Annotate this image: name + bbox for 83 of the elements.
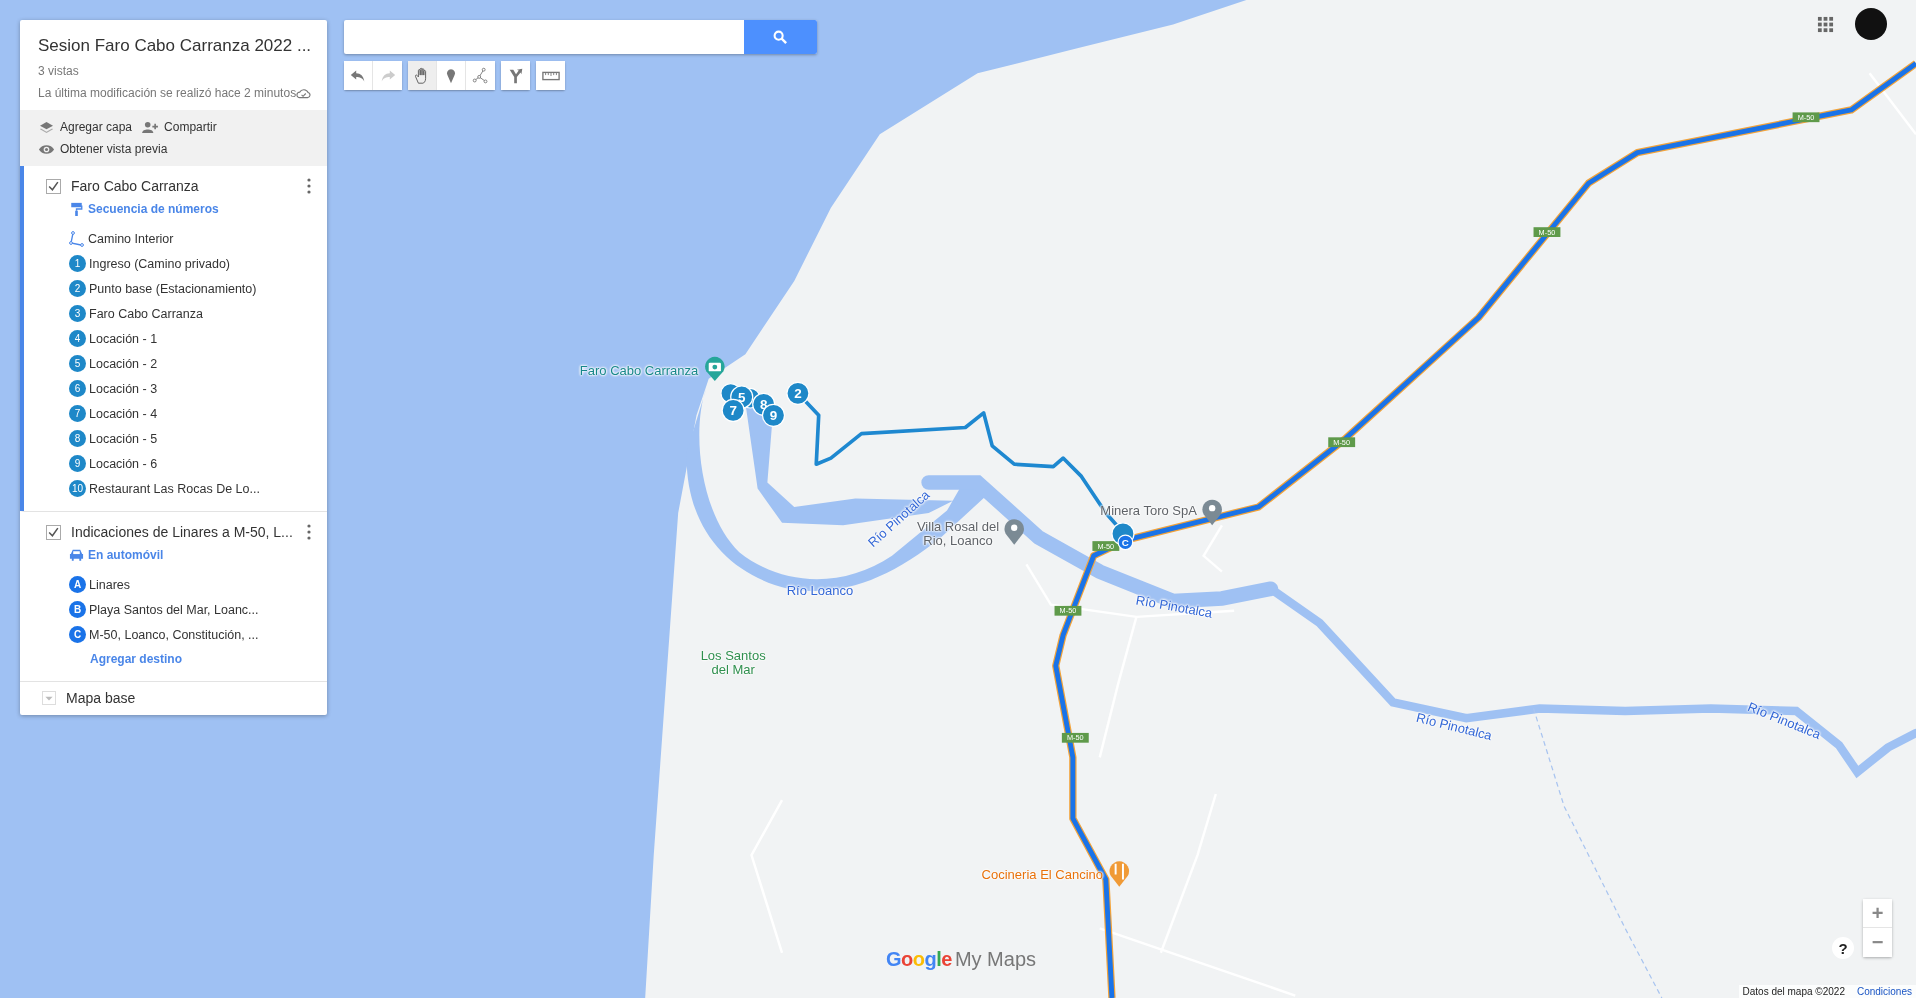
ruler-tool-button[interactable] xyxy=(536,61,565,90)
marker-badge: 5 xyxy=(69,355,86,372)
line-icon xyxy=(69,230,85,247)
share-button[interactable]: Compartir xyxy=(142,118,217,136)
search-field[interactable] xyxy=(344,20,817,54)
marker-badge: 6 xyxy=(69,380,86,397)
line-icon xyxy=(471,66,490,85)
line-tool-button[interactable] xyxy=(466,61,495,90)
restaurant-pin-icon xyxy=(1109,861,1130,887)
marker-badge: A xyxy=(69,576,86,593)
road-shield: M-50 xyxy=(1792,112,1820,123)
marker-badge: 7 xyxy=(69,405,86,422)
marker-badge: 1 xyxy=(69,255,86,272)
last-modified-text: La última modificación se realizó hace 2 minutos xyxy=(38,86,297,100)
layer-item[interactable]: 3 Faro Cabo Carranza xyxy=(46,301,311,326)
road-shield: M-50 xyxy=(1061,732,1089,743)
marker-badge: 3 xyxy=(69,305,86,322)
more-options-icon[interactable] xyxy=(307,178,311,194)
layer-item[interactable]: 1 Ingreso (Camino privado) xyxy=(46,251,311,276)
map-label: Los Santos del Mar xyxy=(699,649,767,678)
layer-name[interactable]: Faro Cabo Carranza xyxy=(71,178,307,194)
search-icon xyxy=(773,29,788,45)
directions-tool-button[interactable] xyxy=(501,61,530,90)
preview-button[interactable]: Obtener vista previa xyxy=(38,140,309,158)
view-count: 3 vistas xyxy=(38,64,80,78)
marker-badge: 4 xyxy=(69,330,86,347)
map-label: Faro Cabo Carranza xyxy=(579,364,699,379)
road-shield: M-50 xyxy=(1054,605,1082,616)
add-destination-link[interactable]: Agregar destino xyxy=(46,647,311,671)
map-marker[interactable]: 2 xyxy=(786,381,810,405)
paint-roller-icon xyxy=(69,202,84,216)
layer-item[interactable]: A Linares xyxy=(46,572,311,597)
apps-grid-icon[interactable] xyxy=(1817,16,1834,33)
location-pin-icon xyxy=(1202,499,1222,526)
road-shield: M-50 xyxy=(1328,437,1356,448)
map-title[interactable]: Sesion Faro Cabo Carranza 2022 ... xyxy=(38,36,312,56)
eye-icon xyxy=(38,142,55,156)
person-add-icon xyxy=(142,120,160,134)
marker-badge: 8 xyxy=(69,430,86,447)
base-map-label[interactable]: Mapa base xyxy=(66,690,136,706)
base-map-toggle[interactable] xyxy=(42,691,56,705)
marker-badge: C xyxy=(69,626,86,643)
layer-item[interactable]: 10 Restaurant Las Rocas De Lo... xyxy=(46,476,311,501)
search-button[interactable] xyxy=(744,20,817,54)
marker-badge: 10 xyxy=(69,480,86,497)
pan-tool-button[interactable] xyxy=(408,61,437,90)
zoom-out-button[interactable]: − xyxy=(1863,928,1892,957)
terms-link[interactable]: Condiciones xyxy=(1856,986,1912,997)
layer-item[interactable]: 8 Locación - 5 xyxy=(46,426,311,451)
layer-checkbox[interactable] xyxy=(46,524,61,540)
layer-item[interactable]: B Playa Santos del Mar, Loanc... xyxy=(46,597,311,622)
layer-item[interactable]: 2 Punto base (Estacionamiento) xyxy=(46,276,311,301)
undo-tool-button[interactable] xyxy=(344,61,373,90)
location-pin-icon xyxy=(1004,519,1024,545)
road-shield: M-50 xyxy=(1533,227,1561,237)
car-icon xyxy=(69,548,84,562)
road-shield: M-50 xyxy=(1092,541,1120,551)
layer-item[interactable]: 6 Locación - 3 xyxy=(46,376,311,401)
marker-badge: 9 xyxy=(69,455,86,472)
layer-style-link[interactable]: Secuencia de números xyxy=(88,202,219,216)
map-label: Río Pinotalca xyxy=(1135,593,1214,621)
map-label: Río Pinotalca xyxy=(1414,710,1494,743)
marker-badge: 2 xyxy=(69,280,86,297)
layers-icon xyxy=(38,120,55,134)
google-my-maps-logo: GoogleMy Maps xyxy=(886,948,1037,971)
layer-item[interactable]: 4 Locación - 1 xyxy=(46,326,311,351)
add-layer-button[interactable]: Agregar capa xyxy=(38,118,133,136)
map-data-text: Datos del mapa ©2022 xyxy=(1742,986,1845,997)
more-options-icon[interactable] xyxy=(307,524,311,540)
layer-item[interactable]: Camino Interior xyxy=(46,226,311,251)
camera-pin-icon xyxy=(705,356,725,382)
zoom-in-button[interactable]: + xyxy=(1863,899,1892,928)
map-marker[interactable]: C xyxy=(1117,534,1134,551)
layer-style-link[interactable]: En automóvil xyxy=(88,548,164,562)
layer-item[interactable]: 5 Locación - 2 xyxy=(46,351,311,376)
layer-name[interactable]: Indicaciones de Linares a M-50, L... xyxy=(71,524,307,540)
layer-item[interactable]: C M-50, Loanco, Constitución, ... xyxy=(46,622,311,647)
layer-checkbox[interactable] xyxy=(46,178,61,194)
map-label: Río Loanco xyxy=(786,584,854,599)
layer-item[interactable]: 7 Locación - 4 xyxy=(46,401,311,426)
layer-item[interactable]: 9 Locación - 6 xyxy=(46,451,311,476)
marker-badge: B xyxy=(69,601,86,618)
marker-tool-button[interactable] xyxy=(437,61,466,90)
